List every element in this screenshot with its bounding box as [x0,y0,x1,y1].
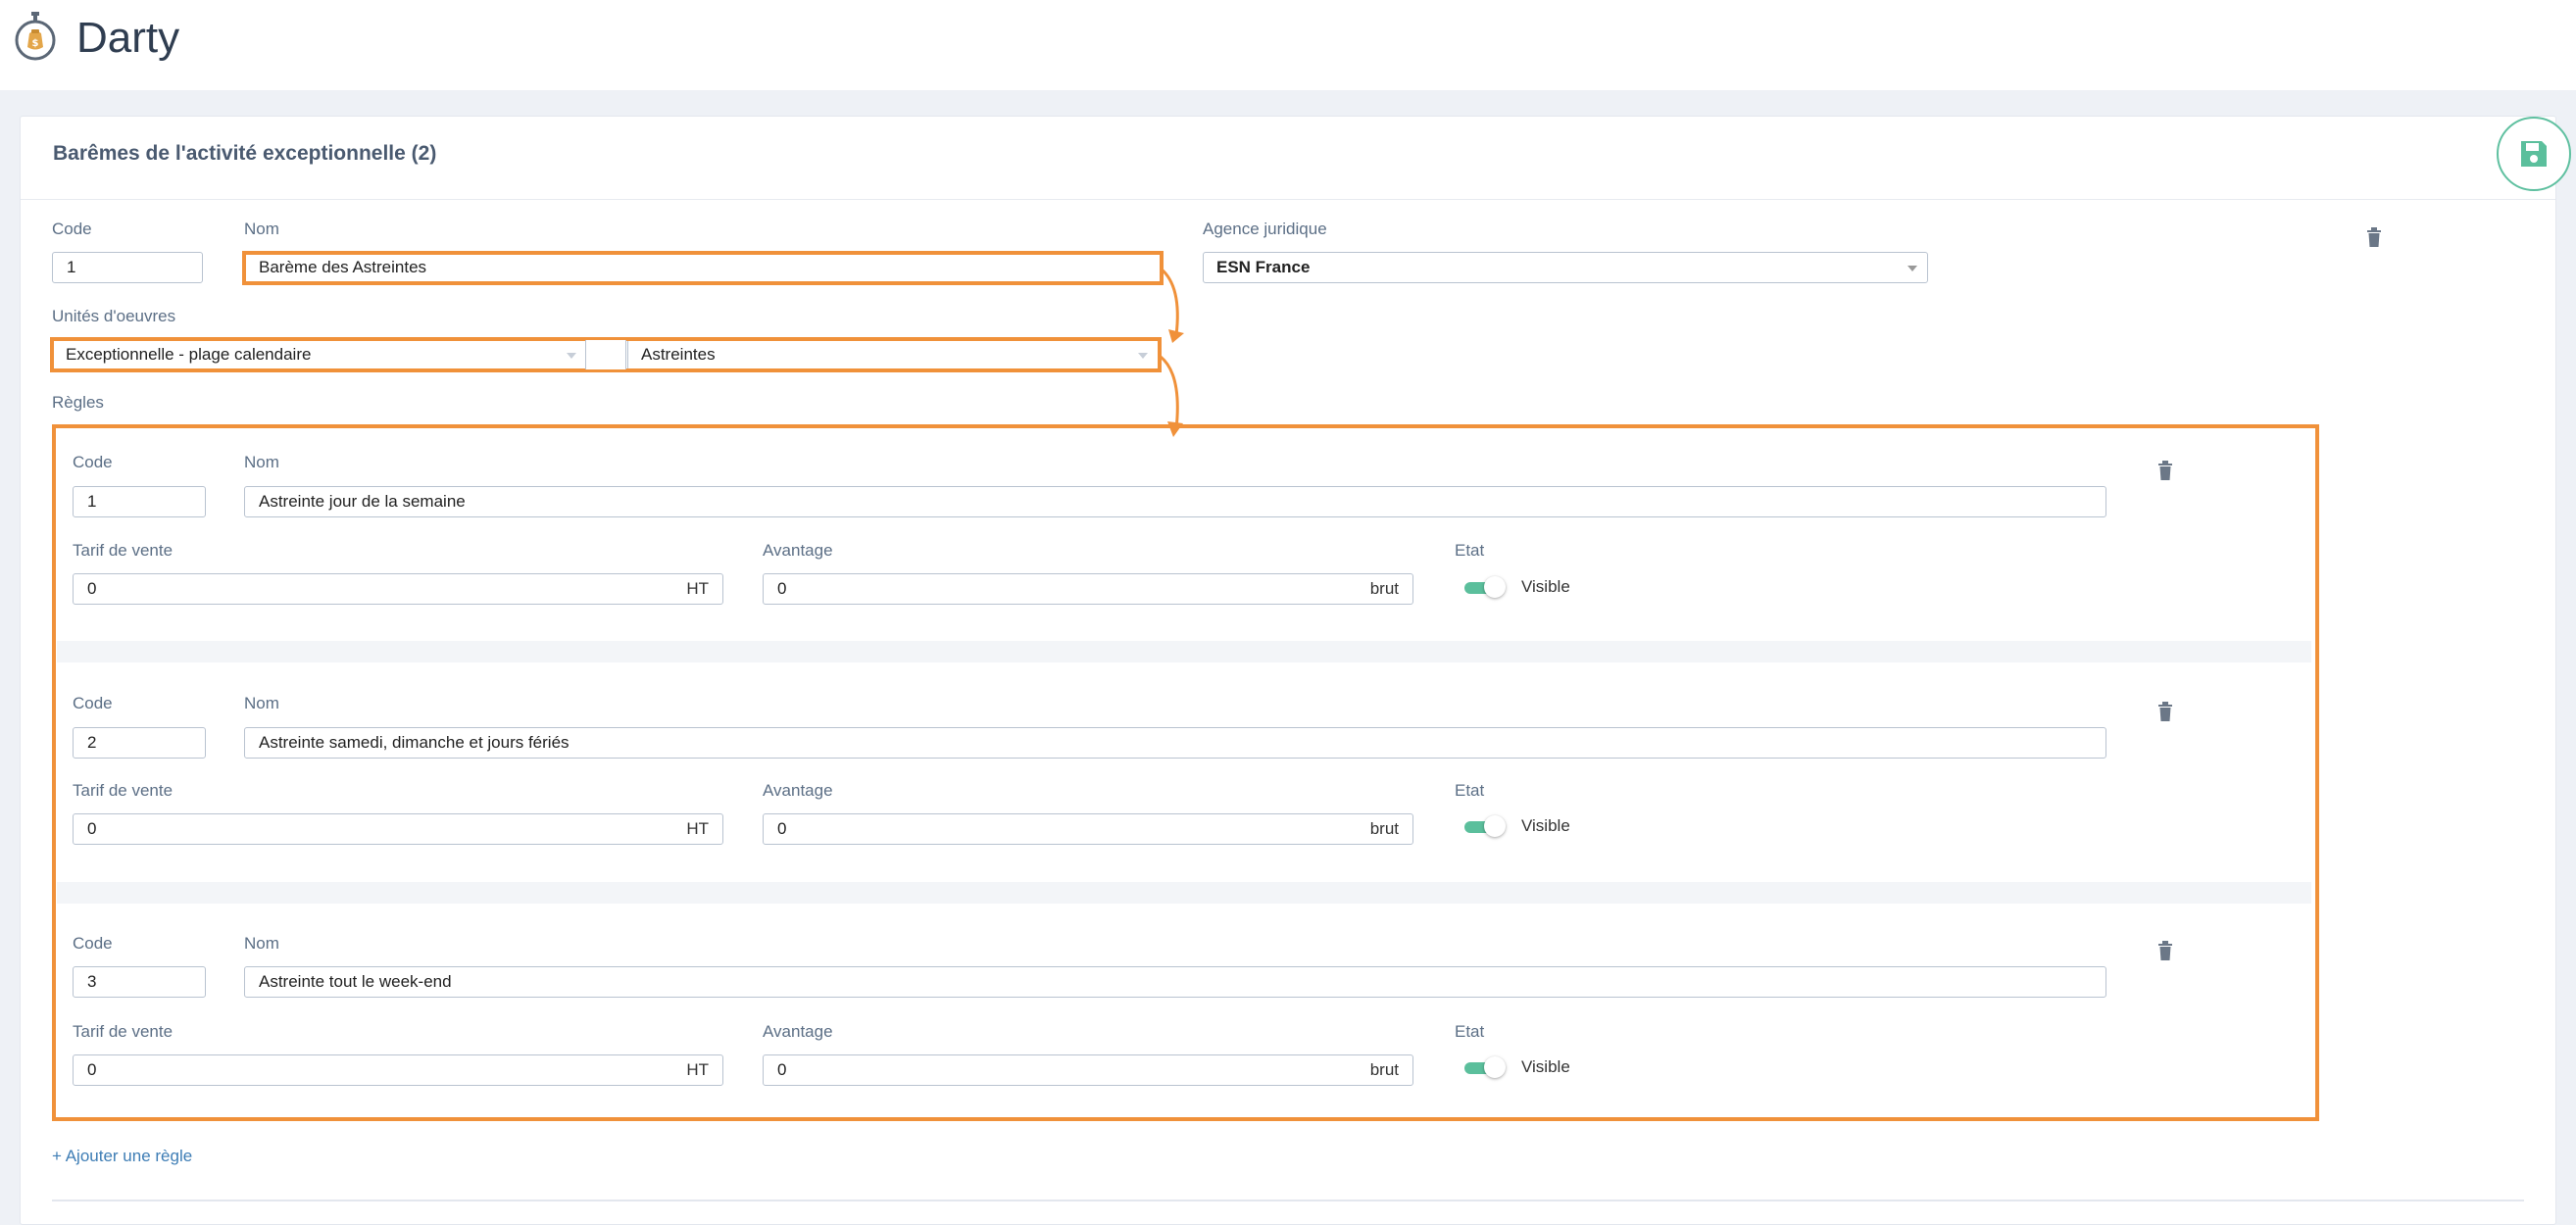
rule-nom-input[interactable]: Astreinte samedi, dimanche et jours féri… [244,727,2106,759]
tarif-unit: HT [686,1060,709,1079]
etat-value: Visible [1521,577,1570,596]
unite-select[interactable]: Astreintes [627,339,1159,370]
rule-code-label: Code [73,934,113,953]
toggle-knob [1484,1056,1506,1078]
tarif-label: Tarif de vente [73,781,173,800]
rule-nom-input[interactable]: Astreinte jour de la semaine [244,486,2106,517]
avantage-input[interactable]: 0 brut [763,813,1413,845]
avantage-label: Avantage [763,1022,833,1041]
rule-code-input[interactable]: 1 [73,486,206,517]
etat-label: Etat [1455,781,1485,800]
avantage-value: 0 [777,819,787,838]
panel-divider [21,199,2555,200]
avantage-unit: brut [1369,1060,1399,1079]
save-button[interactable] [2497,117,2571,191]
nom-label: Nom [244,220,279,238]
tarif-label: Tarif de vente [73,1022,173,1041]
avantage-unit: brut [1369,819,1399,838]
avantage-label: Avantage [763,781,833,800]
tarif-label: Tarif de vente [73,541,173,560]
rule-nom-label: Nom [244,934,279,953]
delete-rule-trash-icon[interactable] [2157,702,2173,721]
chevron-down-icon [1907,266,1917,271]
avantage-unit: brut [1369,579,1399,598]
rule-code-input[interactable]: 3 [73,966,206,998]
tarif-input[interactable]: 0 HT [73,1054,723,1086]
avantage-value: 0 [777,579,787,598]
unite-type-select[interactable]: Exceptionnelle - plage calendaire [52,339,587,370]
delete-bareme-trash-icon[interactable] [2366,227,2382,247]
top-bar: $ Darty [0,0,2576,90]
rule-nom-input[interactable]: Astreinte tout le week-end [244,966,2106,998]
rule-nom-label: Nom [244,453,279,471]
agence-select[interactable]: ESN France [1203,252,1928,283]
nom-input[interactable]: Barème des Astreintes [244,252,1161,283]
avantage-value: 0 [777,1060,787,1079]
unite-type-value: Exceptionnelle - plage calendaire [66,345,312,364]
etat-label: Etat [1455,541,1485,560]
flow-arrows [1160,267,1184,437]
delete-rule-trash-icon[interactable] [2157,941,2173,960]
etat-value: Visible [1521,816,1570,835]
code-input[interactable]: 1 [52,252,203,283]
delete-rule-trash-icon[interactable] [2157,461,2173,480]
floppy-disk-icon [2521,141,2547,167]
tarif-unit: HT [686,579,709,598]
rule-separator [57,882,2311,904]
visible-toggle[interactable] [1464,576,1506,598]
rule-code-label: Code [73,694,113,712]
panel-title: Barêmes de l'activité exceptionnelle (2) [53,142,437,165]
unite-value: Astreintes [641,345,716,364]
tarif-input[interactable]: 0 HT [73,573,723,605]
rule-separator [57,641,2311,662]
avantage-input[interactable]: 0 brut [763,573,1413,605]
code-label: Code [52,220,92,238]
unites-label: Unités d'oeuvres [52,307,176,325]
tarif-value: 0 [87,1060,97,1079]
tarif-input[interactable]: 0 HT [73,813,723,845]
add-rule-link[interactable]: + Ajouter une règle [52,1147,192,1166]
stopwatch-money-icon: $ [15,12,56,61]
avantage-label: Avantage [763,541,833,560]
toggle-knob [1484,815,1506,837]
tarif-value: 0 [87,819,97,838]
app-title: Darty [76,14,180,62]
regles-label: Règles [52,393,104,412]
svg-text:$: $ [32,38,39,49]
tarif-unit: HT [686,819,709,838]
rule-code-label: Code [73,453,113,471]
bottom-divider [52,1200,2524,1201]
agence-value: ESN France [1216,258,1311,276]
tarif-value: 0 [87,579,97,598]
rule-code-input[interactable]: 2 [73,727,206,759]
etat-label: Etat [1455,1022,1485,1041]
agence-label: Agence juridique [1203,220,1327,238]
visible-toggle[interactable] [1464,1056,1506,1078]
chevron-down-icon [567,353,576,359]
chevron-down-icon [1138,353,1148,359]
rule-nom-label: Nom [244,694,279,712]
unites-spacer [585,340,626,369]
toggle-knob [1484,576,1506,598]
avantage-input[interactable]: 0 brut [763,1054,1413,1086]
etat-value: Visible [1521,1057,1570,1076]
visible-toggle[interactable] [1464,815,1506,837]
